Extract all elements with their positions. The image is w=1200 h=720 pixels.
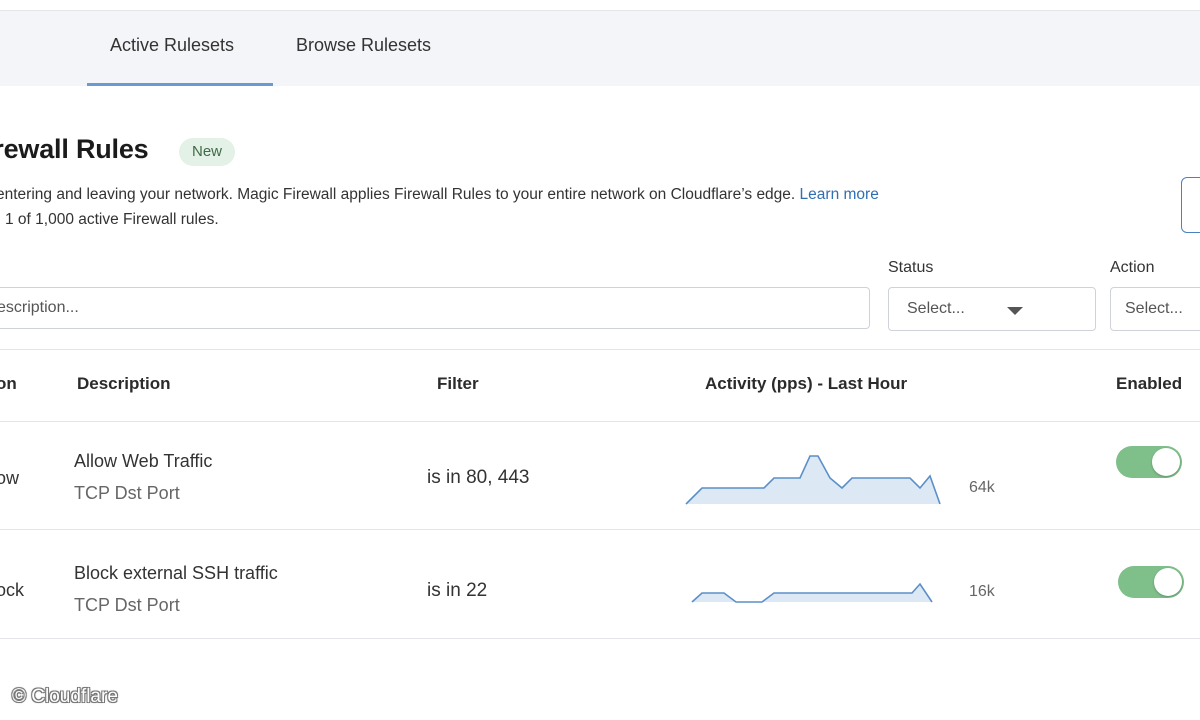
column-header-filter: Filter: [437, 374, 479, 393]
page-title: irewall Rules: [0, 134, 149, 164]
copyright-watermark: © Cloudflare: [12, 686, 118, 707]
header-divider: [0, 421, 1200, 422]
create-rule-button-edge[interactable]: [1181, 177, 1200, 233]
activity-sparkline: [685, 455, 941, 505]
search-input[interactable]: [0, 287, 870, 329]
column-header-action: on: [0, 374, 17, 393]
status-select[interactable]: Select...: [888, 287, 1096, 331]
action-select-placeholder: Select...: [1125, 300, 1183, 317]
new-badge: New: [179, 138, 236, 166]
row-filter: is in 80, 443: [427, 467, 530, 488]
column-header-enabled: Enabled: [1116, 374, 1183, 393]
table-top-divider: [0, 349, 1200, 350]
chevron-down-icon: [1007, 307, 1023, 315]
row-action: ow: [0, 468, 20, 488]
row-divider: [0, 529, 1200, 530]
tab-active-rulesets[interactable]: Active Rulesets: [110, 35, 234, 56]
status-filter-label: Status: [888, 259, 934, 276]
tab-bar: Active Rulesets Browse Rulesets: [0, 11, 1200, 86]
learn-more-link[interactable]: Learn more: [800, 186, 879, 203]
enabled-toggle[interactable]: [1116, 446, 1182, 478]
action-select[interactable]: Select...: [1110, 287, 1200, 331]
status-select-placeholder: Select...: [907, 300, 965, 317]
row-field: TCP Dst Port: [74, 483, 180, 503]
row-description: Allow Web Traffic: [74, 451, 213, 471]
column-header-activity: Activity (pps) - Last Hour: [705, 374, 908, 393]
top-border: [0, 0, 1200, 11]
row-activity-value: 16k: [969, 583, 995, 600]
table-bottom-divider: [0, 638, 1200, 639]
enabled-toggle[interactable]: [1118, 566, 1184, 598]
row-field: TCP Dst Port: [74, 595, 180, 615]
column-header-description: Description: [77, 374, 171, 393]
active-tab-indicator: [87, 83, 273, 86]
action-filter-label: Action: [1110, 259, 1155, 276]
row-filter: is in 22: [427, 580, 488, 601]
row-action: ock: [0, 580, 25, 600]
rule-count-text: 1 of 1,000 active Firewall rules.: [5, 211, 219, 228]
section-description: entering and leaving your network. Magic…: [0, 186, 879, 204]
toggle-knob: [1154, 568, 1182, 596]
row-description: Block external SSH traffic: [74, 563, 278, 583]
description-text: entering and leaving your network. Magic…: [0, 186, 796, 203]
activity-sparkline: [691, 582, 933, 603]
tab-browse-rulesets[interactable]: Browse Rulesets: [296, 35, 431, 56]
toggle-knob: [1152, 448, 1180, 476]
row-activity-value: 64k: [969, 479, 995, 496]
